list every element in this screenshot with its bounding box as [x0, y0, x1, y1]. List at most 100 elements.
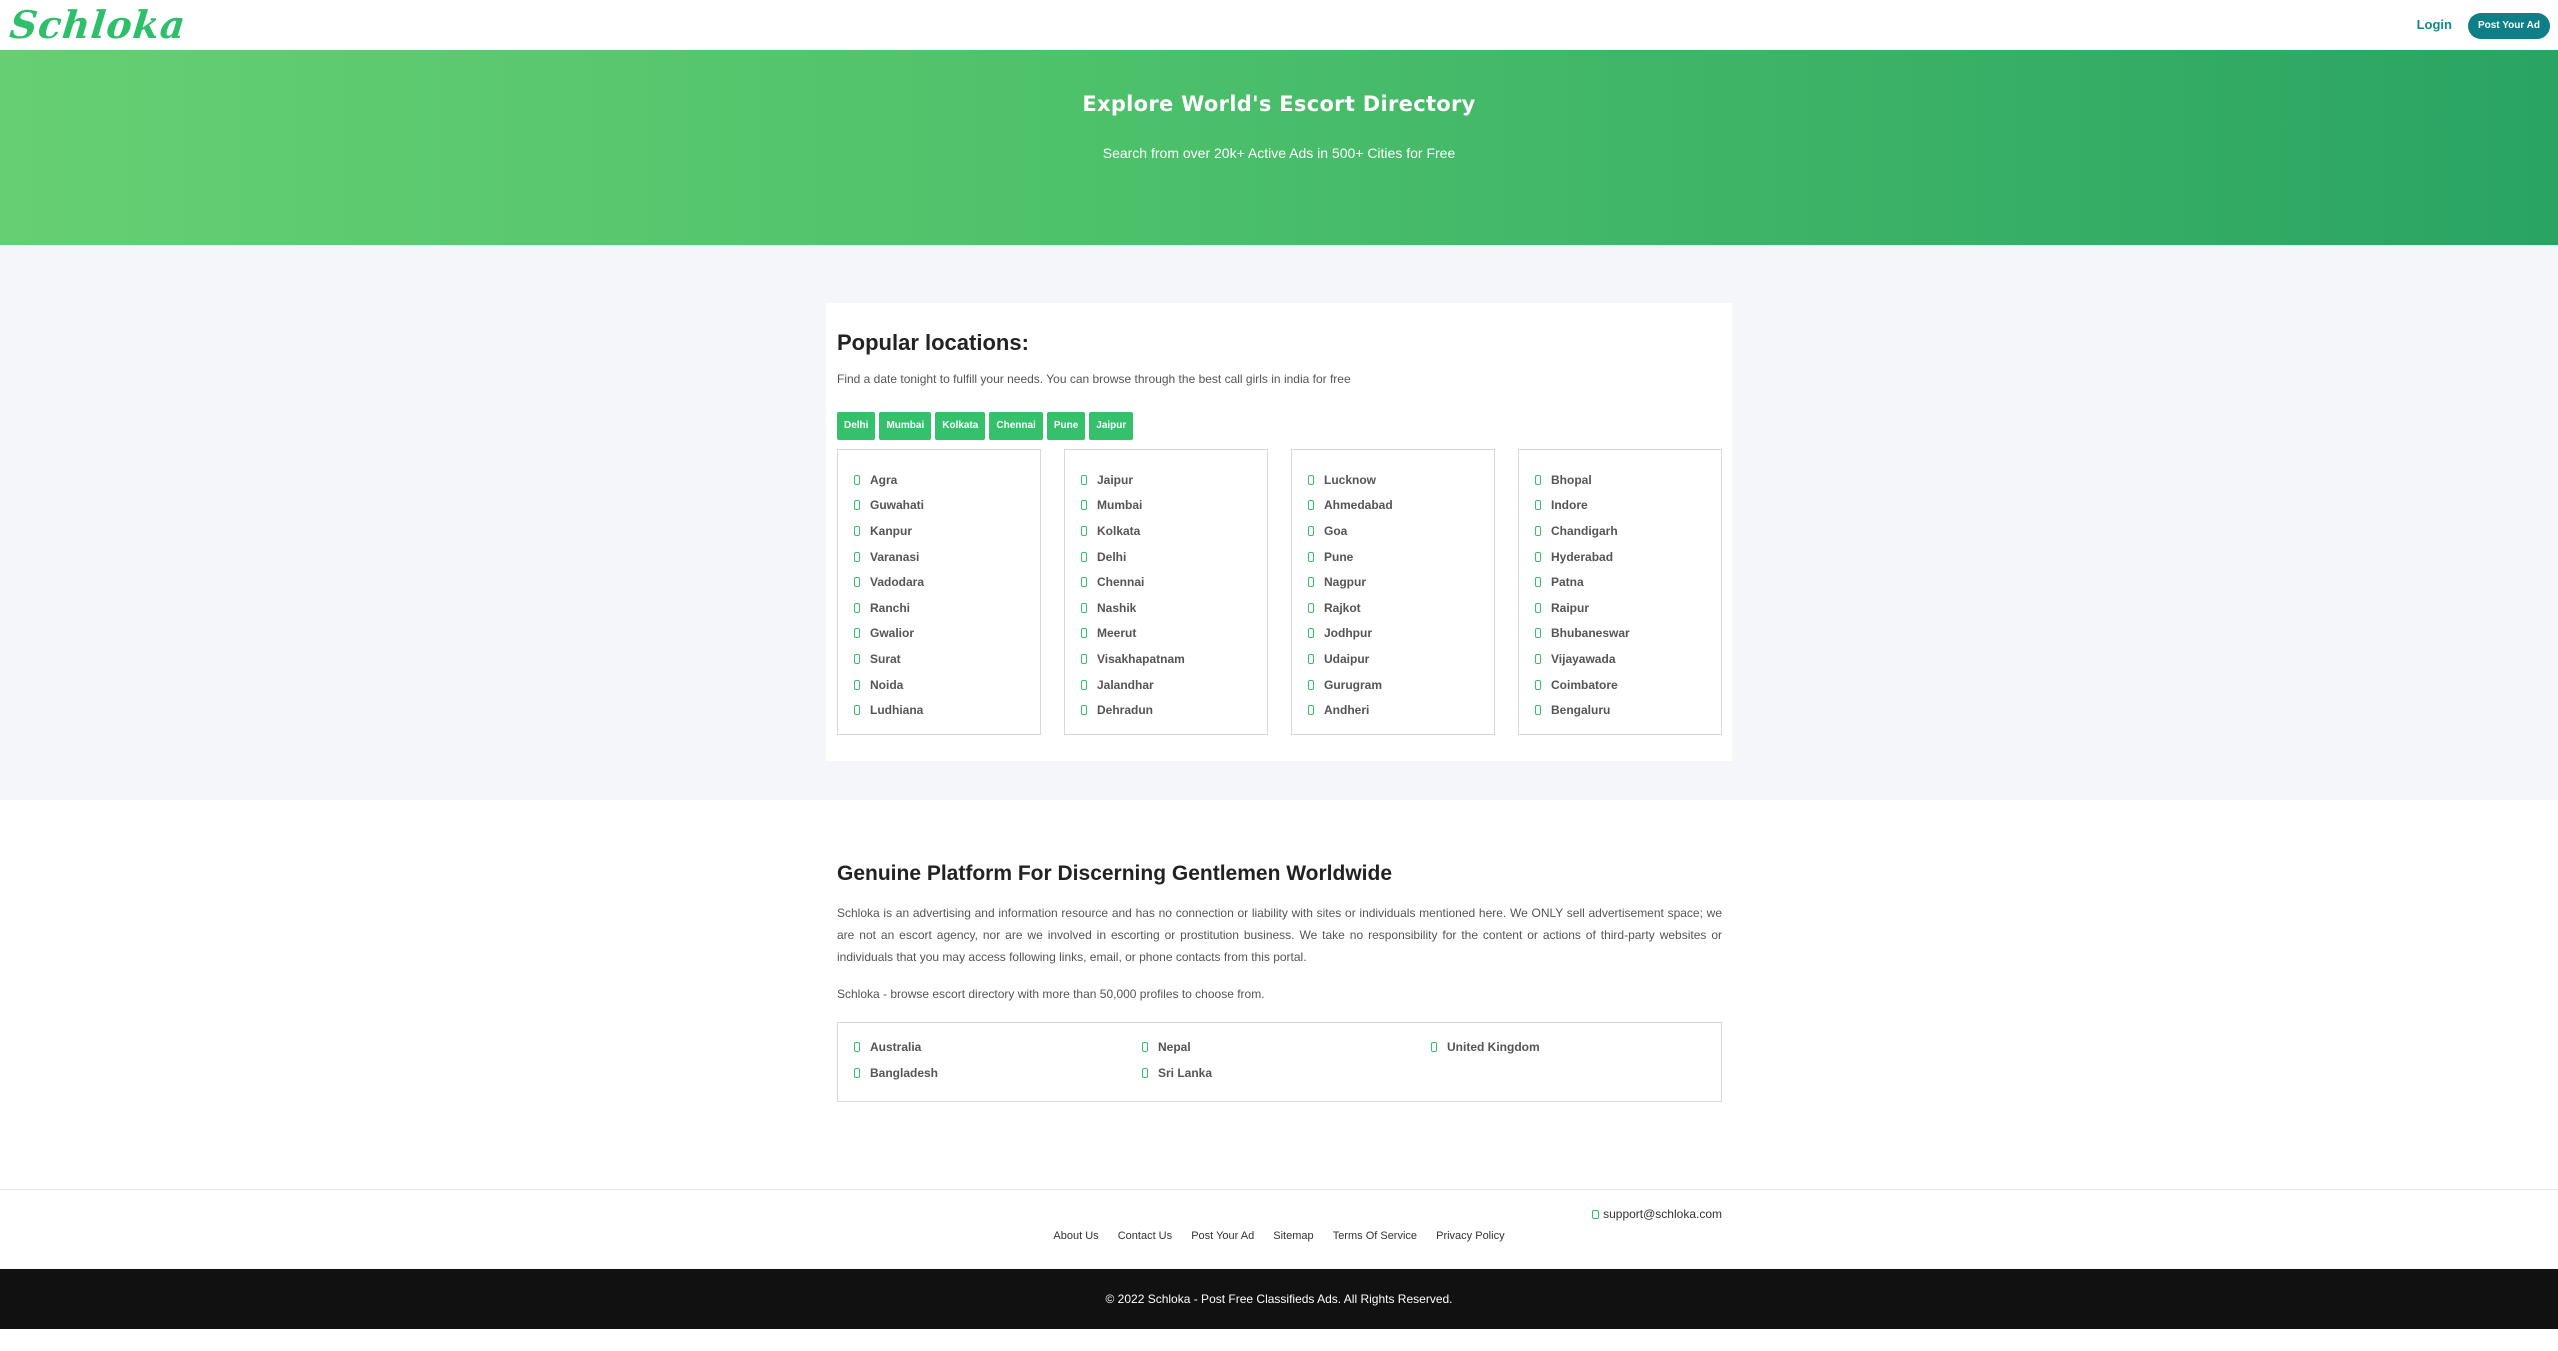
map-pin-icon — [1081, 628, 1087, 639]
city-link[interactable]: Lucknow — [1308, 467, 1494, 493]
city-link[interactable]: Noida — [854, 672, 1040, 698]
city-link[interactable]: Vijayawada — [1535, 646, 1721, 672]
city-link[interactable]: Coimbatore — [1535, 672, 1721, 698]
city-link[interactable]: Nagpur — [1308, 569, 1494, 595]
city-link[interactable]: Kanpur — [854, 518, 1040, 544]
city-label: Visakhapatnam — [1097, 651, 1185, 666]
city-link[interactable]: Mumbai — [1081, 493, 1267, 519]
footer-link-terms[interactable]: Terms Of Service — [1333, 1230, 1417, 1242]
map-pin-icon — [854, 705, 860, 716]
support-email[interactable]: support@schloka.com — [1592, 1207, 1722, 1221]
city-link[interactable]: Kolkata — [1081, 518, 1267, 544]
country-link[interactable]: Bangladesh — [854, 1066, 938, 1080]
city-label: Vadodara — [870, 575, 925, 590]
city-link[interactable]: Rajkot — [1308, 595, 1494, 621]
city-label: Lucknow — [1324, 472, 1377, 487]
city-link[interactable]: Nashik — [1081, 595, 1267, 621]
city-link[interactable]: Guwahati — [854, 493, 1040, 519]
country-link[interactable]: Australia — [854, 1040, 921, 1054]
city-link[interactable]: Dehradun — [1081, 697, 1267, 723]
map-pin-icon — [854, 577, 860, 588]
city-link[interactable]: Vadodara — [854, 569, 1040, 595]
city-link[interactable]: Hyderabad — [1535, 544, 1721, 570]
city-label: Indore — [1551, 498, 1588, 513]
city-link[interactable]: Chennai — [1081, 569, 1267, 595]
site-logo[interactable]: Schloka — [8, 2, 189, 47]
city-tag-jaipur[interactable]: Jaipur — [1089, 412, 1134, 440]
genuine-platform-section: Genuine Platform For Discerning Gentleme… — [0, 800, 2558, 1190]
city-columns: Agra Guwahati Kanpur Varanasi Vadodara Ranchi… — [837, 449, 1722, 735]
post-ad-button[interactable]: Post Your Ad — [2467, 13, 2550, 39]
map-pin-icon — [854, 474, 860, 485]
directory-summary: Schloka - browse escort directory with m… — [837, 987, 1265, 1001]
map-pin-icon — [854, 525, 860, 536]
city-label: Jaipur — [1097, 472, 1134, 487]
city-label: Guwahati — [870, 498, 925, 513]
city-label: Bhubaneswar — [1551, 626, 1630, 641]
city-tag-pune[interactable]: Pune — [1046, 412, 1086, 440]
city-link[interactable]: Jalandhar — [1081, 672, 1267, 698]
site-footer: support@schloka.com About Us Contact Us … — [0, 1189, 2558, 1269]
footer-link-privacy[interactable]: Privacy Policy — [1436, 1230, 1504, 1242]
city-link[interactable]: Udaipur — [1308, 646, 1494, 672]
city-link[interactable]: Agra — [854, 467, 1040, 493]
popular-locations-card: Popular locations: Find a date tonight t… — [826, 303, 1732, 761]
city-label: Chandigarh — [1551, 523, 1618, 538]
country-link[interactable]: Sri Lanka — [1142, 1066, 1212, 1080]
city-link[interactable]: Bhubaneswar — [1535, 621, 1721, 647]
map-pin-icon — [1535, 679, 1541, 690]
genuine-title: Genuine Platform For Discerning Gentleme… — [837, 862, 1393, 885]
city-tag-mumbai[interactable]: Mumbai — [879, 412, 932, 440]
city-link[interactable]: Meerut — [1081, 621, 1267, 647]
footer-link-sitemap[interactable]: Sitemap — [1273, 1230, 1313, 1242]
popular-locations-description: Find a date tonight to fulfill your need… — [837, 372, 1351, 386]
city-link[interactable]: Ahmedabad — [1308, 493, 1494, 519]
city-link[interactable]: Ludhiana — [854, 697, 1040, 723]
city-link[interactable]: Jaipur — [1081, 467, 1267, 493]
city-label: Nagpur — [1324, 575, 1366, 590]
city-link[interactable]: Andheri — [1308, 697, 1494, 723]
login-link[interactable]: Login — [2417, 17, 2452, 32]
city-tag-chennai[interactable]: Chennai — [989, 412, 1043, 440]
map-pin-icon — [1535, 628, 1541, 639]
city-link[interactable]: Ranchi — [854, 595, 1040, 621]
footer-link-contact[interactable]: Contact Us — [1118, 1230, 1172, 1242]
country-label: Sri Lanka — [1158, 1066, 1213, 1080]
map-pin-icon — [1142, 1042, 1148, 1052]
city-link[interactable]: Surat — [854, 646, 1040, 672]
country-link[interactable]: Nepal — [1142, 1040, 1191, 1054]
city-link[interactable]: Indore — [1535, 493, 1721, 519]
footer-link-post-ad[interactable]: Post Your Ad — [1191, 1230, 1254, 1242]
city-link[interactable]: Jodhpur — [1308, 621, 1494, 647]
city-label: Hyderabad — [1551, 549, 1614, 564]
map-pin-icon — [1308, 525, 1314, 536]
city-link[interactable]: Goa — [1308, 518, 1494, 544]
city-link[interactable]: Delhi — [1081, 544, 1267, 570]
city-link[interactable]: Varanasi — [854, 544, 1040, 570]
city-link[interactable]: Gwalior — [854, 621, 1040, 647]
city-link[interactable]: Visakhapatnam — [1081, 646, 1267, 672]
city-link[interactable]: Gurugram — [1308, 672, 1494, 698]
city-label: Bengaluru — [1551, 703, 1611, 718]
city-tag-delhi[interactable]: Delhi — [837, 412, 876, 440]
city-label: Vijayawada — [1551, 651, 1616, 666]
city-link[interactable]: Patna — [1535, 569, 1721, 595]
map-pin-icon — [1431, 1042, 1437, 1052]
city-link[interactable]: Raipur — [1535, 595, 1721, 621]
city-tag-kolkata[interactable]: Kolkata — [935, 412, 986, 440]
map-pin-icon — [1081, 525, 1087, 536]
copyright-text: © 2022 Schloka - Post Free Classifieds A… — [1105, 1292, 1453, 1306]
footer-link-about[interactable]: About Us — [1053, 1230, 1098, 1242]
city-link[interactable]: Bhopal — [1535, 467, 1721, 493]
map-pin-icon — [1081, 551, 1087, 562]
map-pin-icon — [1308, 551, 1314, 562]
city-link[interactable]: Pune — [1308, 544, 1494, 570]
city-label: Delhi — [1097, 549, 1127, 564]
city-link[interactable]: Bengaluru — [1535, 697, 1721, 723]
map-pin-icon — [854, 500, 860, 511]
city-link[interactable]: Chandigarh — [1535, 518, 1721, 544]
map-pin-icon — [1081, 653, 1087, 664]
city-column: Agra Guwahati Kanpur Varanasi Vadodara Ranchi… — [837, 449, 1041, 735]
country-link[interactable]: United Kingdom — [1431, 1040, 1540, 1054]
map-pin-icon — [854, 628, 860, 639]
